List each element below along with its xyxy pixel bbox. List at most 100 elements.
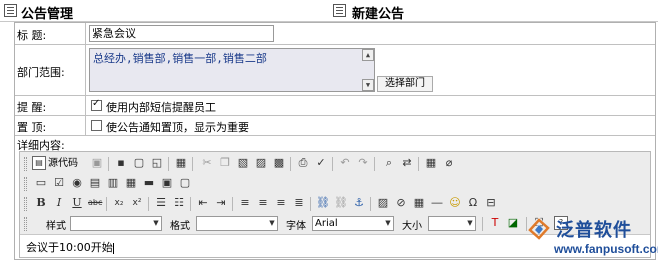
background-color-icon[interactable]: ◪ — [506, 216, 520, 230]
form-icon[interactable]: ▭ — [34, 176, 48, 190]
pin-label: 置 顶: — [17, 121, 47, 134]
template-icon[interactable]: ▦ — [174, 156, 188, 170]
chevron-down-icon: ▼ — [385, 219, 391, 227]
spellcheck-icon[interactable]: ✓ — [314, 156, 328, 170]
checkbox-icon[interactable]: ☑ — [52, 176, 66, 190]
brand-watermark: 泛普软件 www.fanpusoft.com — [526, 214, 658, 260]
fanpu-logo-icon — [528, 218, 550, 240]
title-label: 标 题: — [17, 29, 47, 42]
toolbar-row-2: ▭ ☑ ◉ ▤ ▥ ▦ ▬ ▣ ▢ — [20, 174, 650, 194]
style-label: 样式 — [46, 221, 66, 232]
save-icon-disabled: ▣ — [91, 156, 103, 169]
flash-icon[interactable]: ⊘ — [394, 196, 408, 210]
page-break-icon[interactable]: ⊟ — [484, 196, 498, 210]
outdent-icon[interactable]: ⇤ — [196, 196, 210, 210]
toolbar-row-3: B I U abc x₂ x² ☰ ☷ ⇤ ⇥ ≡ ≡ ≡ ≣ ⛓ ⛓ ⚓ ▨ … — [20, 194, 650, 214]
format-label: 格式 — [170, 221, 190, 232]
page-title: 新建公告 — [352, 7, 405, 22]
chevron-down-icon: ▼ — [467, 219, 473, 227]
select-field-icon[interactable]: ▦ — [124, 176, 138, 190]
paste-text-icon[interactable]: ▨ — [254, 156, 268, 170]
undo-icon[interactable]: ↶ — [338, 156, 352, 170]
indent-icon[interactable]: ⇥ — [214, 196, 228, 210]
bullet-list-icon[interactable]: ☷ — [172, 196, 186, 210]
font-select[interactable]: Arial ▼ — [312, 216, 394, 231]
replace-icon[interactable]: ⇄ — [400, 156, 414, 170]
text-caret — [112, 242, 114, 254]
pin-row: 置 顶: 使公告通知置顶，显示为重要 — [15, 116, 655, 136]
list-icon — [333, 4, 346, 17]
redo-icon[interactable]: ↷ — [356, 156, 370, 170]
list-icon — [4, 4, 17, 17]
radio-icon[interactable]: ◉ — [70, 176, 84, 190]
save-icon[interactable]: ▪ — [114, 156, 128, 170]
select-department-button[interactable]: 选择部门 — [377, 76, 433, 92]
button-field-icon[interactable]: ▬ — [142, 176, 156, 190]
align-justify-icon[interactable]: ≣ — [292, 196, 306, 210]
paste-word-icon[interactable]: ▩ — [272, 156, 286, 170]
textarea-icon[interactable]: ▥ — [106, 176, 120, 190]
watermark-brand: 泛普软件 — [556, 220, 632, 241]
chevron-down-icon: ▼ — [153, 219, 159, 227]
italic-icon[interactable]: I — [52, 196, 66, 210]
align-center-icon[interactable]: ≡ — [256, 196, 270, 210]
format-select[interactable]: ▼ — [196, 216, 278, 231]
watermark-url: www.fanpusoft.com — [554, 242, 658, 256]
remove-format-icon[interactable]: ⌀ — [442, 156, 456, 170]
bold-icon[interactable]: B — [34, 196, 48, 210]
style-select[interactable]: ▼ — [70, 216, 162, 231]
find-icon[interactable]: ⌕ — [382, 156, 396, 170]
pin-checkbox[interactable] — [91, 120, 102, 131]
title-bar: 公告管理 新建公告 — [0, 0, 658, 22]
select-all-icon[interactable]: ▦ — [424, 156, 438, 170]
subscript-icon[interactable]: x₂ — [112, 196, 126, 210]
horizontal-rule-icon[interactable]: ― — [430, 196, 444, 210]
chevron-down-icon: ▼ — [269, 219, 275, 227]
department-value: 总经办,销售部,销售一部,销售二部 — [93, 52, 267, 65]
editor-content-text: 会议于10:00开始 — [26, 241, 113, 254]
copy-icon[interactable]: ❐ — [218, 156, 232, 170]
font-label: 字体 — [286, 221, 306, 232]
remind-label: 提 醒: — [17, 101, 47, 114]
department-row: 部门范围: 总经办,销售部,销售一部,销售二部 ▲ ▼ 选择部门 — [15, 45, 655, 96]
text-color-icon[interactable]: T — [488, 216, 502, 230]
scroll-down-icon[interactable]: ▼ — [362, 79, 374, 91]
module-title: 公告管理 — [21, 7, 74, 22]
textfield-icon[interactable]: ▤ — [88, 176, 102, 190]
strikethrough-icon[interactable]: abc — [88, 196, 102, 210]
table-icon[interactable]: ▦ — [412, 196, 426, 210]
size-label: 大小 — [402, 221, 422, 232]
link-icon[interactable]: ⛓ — [316, 196, 330, 210]
anchor-icon[interactable]: ⚓ — [352, 196, 366, 210]
department-label: 部门范围: — [17, 66, 65, 79]
image-icon[interactable]: ▨ — [376, 196, 390, 210]
paste-icon[interactable]: ▧ — [236, 156, 250, 170]
print-icon[interactable]: ⎙ — [296, 156, 310, 170]
align-left-icon[interactable]: ≡ — [238, 196, 252, 210]
source-button[interactable]: 源代码 — [48, 156, 78, 171]
smiley-icon[interactable]: ☺ — [448, 196, 462, 210]
image-button-icon[interactable]: ▣ — [160, 176, 174, 190]
source-icon[interactable]: ▤ — [32, 156, 46, 170]
underline-icon[interactable]: U — [70, 196, 84, 210]
font-value: Arial — [315, 218, 338, 229]
toolbar-row-1: ▤ 源代码 ▣ ▪ ▢ ◱ ▦ ✂ ❐ ▧ ▨ ▩ ⎙ ✓ ↶ ↷ ⌕ ⇄ ▦ … — [20, 154, 650, 174]
department-textarea[interactable]: 总经办,销售部,销售一部,销售二部 ▲ ▼ — [89, 48, 375, 92]
remind-row: 提 醒: 使用内部短信提醒员工 — [15, 96, 655, 116]
cut-icon[interactable]: ✂ — [200, 156, 214, 170]
align-right-icon[interactable]: ≡ — [274, 196, 288, 210]
superscript-icon[interactable]: x² — [130, 196, 144, 210]
title-row: 标 题: 紧急会议 — [15, 23, 655, 45]
size-select[interactable]: ▼ — [428, 216, 476, 231]
new-page-icon[interactable]: ▢ — [132, 156, 146, 170]
scroll-up-icon[interactable]: ▲ — [362, 49, 374, 61]
unlink-icon[interactable]: ⛓ — [334, 196, 348, 210]
preview-icon[interactable]: ◱ — [150, 156, 164, 170]
title-input[interactable]: 紧急会议 — [89, 25, 274, 42]
special-char-icon[interactable]: Ω — [466, 196, 480, 210]
hidden-field-icon[interactable]: ▢ — [178, 176, 192, 190]
remind-checkbox[interactable] — [91, 98, 102, 111]
remind-checkbox-label: 使用内部短信提醒员工 — [106, 101, 216, 114]
pin-checkbox-label: 使公告通知置顶，显示为重要 — [106, 121, 249, 134]
numbered-list-icon[interactable]: ☰ — [154, 196, 168, 210]
